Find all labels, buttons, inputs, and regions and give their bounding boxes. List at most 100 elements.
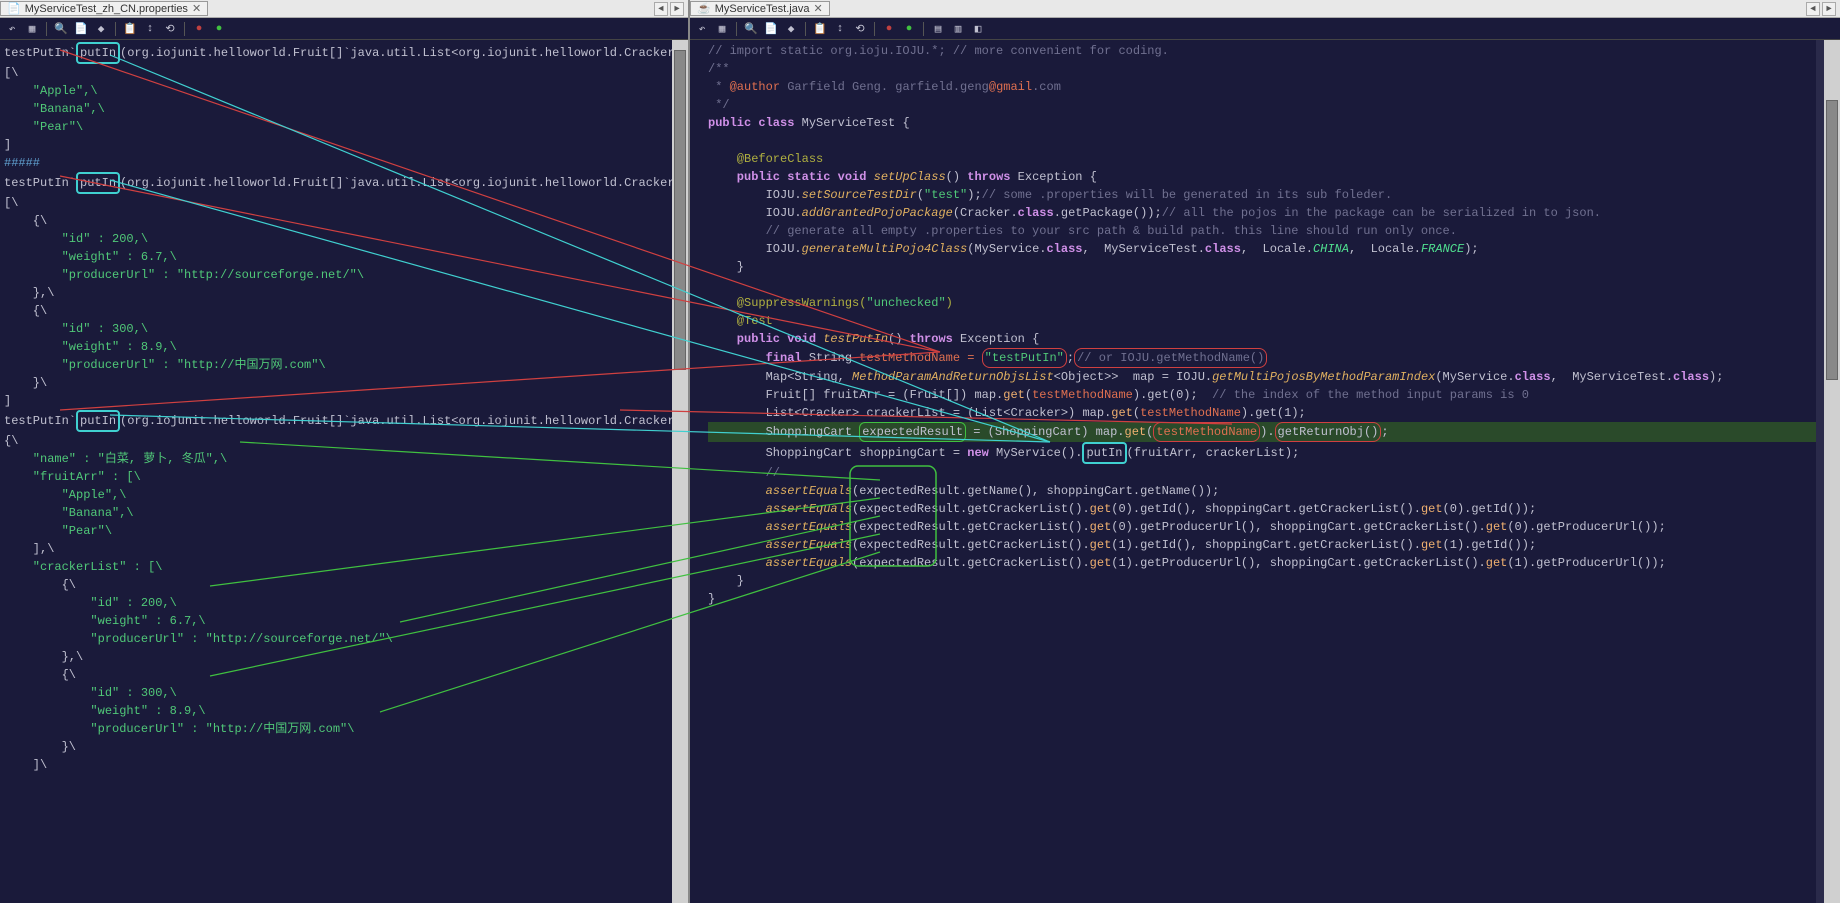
code-line: } <box>708 574 744 588</box>
tab-next-icon[interactable]: ► <box>670 2 684 16</box>
tool-doc-icon[interactable]: 📄 <box>73 21 89 37</box>
right-editor[interactable]: // import static org.ioju.IOJU.*; // mor… <box>690 40 1840 903</box>
code-line: // <box>708 466 780 480</box>
scrollbar-vertical[interactable] <box>672 40 688 903</box>
tool-grid-icon[interactable]: ▦ <box>24 21 40 37</box>
code-line: [\ <box>4 196 18 210</box>
code-line: "producerUrl" : "http://中国万网.com"\ <box>4 722 354 736</box>
right-editor-pane: ☕ MyServiceTest.java ✕ ◄ ► ↶ ▦ 🔍 📄 ◆ 📋 ↕… <box>690 0 1840 903</box>
tool-refresh-icon[interactable]: ⟲ <box>162 21 178 37</box>
tool-search-icon[interactable]: 🔍 <box>743 21 759 37</box>
tool-mark-icon[interactable]: ◆ <box>93 21 109 37</box>
code-line: public class MyServiceTest { <box>708 116 910 130</box>
separator <box>923 22 924 36</box>
code-line: [\ <box>4 66 18 80</box>
tool-record-icon[interactable]: ● <box>191 21 207 37</box>
code-line: public void testPutIn() throws Exception… <box>708 332 1039 346</box>
tool-clip-icon[interactable]: 📋 <box>122 21 138 37</box>
expected-result-box: expectedResult <box>859 422 966 442</box>
tool-run-icon[interactable]: ● <box>901 21 917 37</box>
putIn-box: putIn <box>76 42 120 64</box>
code-line: } <box>708 592 715 606</box>
tool-sort-icon[interactable]: ↕ <box>832 21 848 37</box>
code-line: "weight" : 8.9,\ <box>4 340 177 354</box>
code-line: @Test <box>708 314 773 328</box>
right-code[interactable]: // import static org.ioju.IOJU.*; // mor… <box>704 40 1840 610</box>
separator <box>874 22 875 36</box>
code-line: testPutIn`putIn(org.iojunit.helloworld.F… <box>4 414 688 428</box>
code-line: @BeforeClass <box>708 152 823 166</box>
tool-extra3-icon[interactable]: ◧ <box>970 21 986 37</box>
tool-mark-icon[interactable]: ◆ <box>783 21 799 37</box>
tab-prev-icon[interactable]: ◄ <box>1806 2 1820 16</box>
code-line: public static void setUpClass() throws E… <box>708 170 1097 184</box>
code-line: final String testMethodName = "testPutIn… <box>708 351 1267 365</box>
close-icon[interactable]: ✕ <box>192 2 201 15</box>
code-line: "id" : 200,\ <box>4 232 148 246</box>
highlighted-line: ShoppingCart expectedResult = (ShoppingC… <box>708 422 1836 442</box>
code-line: ],\ <box>4 542 54 556</box>
tab-next-icon[interactable]: ► <box>1822 2 1836 16</box>
code-line: "producerUrl" : "http://sourceforge.net/… <box>4 268 364 282</box>
code-line: assertEquals(expectedResult.getName(), s… <box>708 484 1219 498</box>
putIn-box: putIn <box>1082 442 1126 464</box>
code-line: "weight" : 6.7,\ <box>4 250 177 264</box>
tool-clip-icon[interactable]: 📋 <box>812 21 828 37</box>
code-line: "Apple",\ <box>4 488 126 502</box>
tab-properties-file[interactable]: 📄 MyServiceTest_zh_CN.properties ✕ <box>0 1 208 16</box>
code-line: }\ <box>4 376 47 390</box>
left-code[interactable]: testPutIn`putIn(org.iojunit.helloworld.F… <box>0 40 688 776</box>
putIn-box: putIn <box>76 172 120 194</box>
separator <box>184 22 185 36</box>
separator <box>805 22 806 36</box>
tool-record-icon[interactable]: ● <box>881 21 897 37</box>
code-line: assertEquals(expectedResult.getCrackerLi… <box>708 520 1666 534</box>
tool-doc-icon[interactable]: 📄 <box>763 21 779 37</box>
code-line: */ <box>708 98 730 112</box>
right-toolbar: ↶ ▦ 🔍 📄 ◆ 📋 ↕ ⟲ ● ● ▤ ▥ ◧ <box>690 18 1840 40</box>
tab-prev-icon[interactable]: ◄ <box>654 2 668 16</box>
gutter <box>690 40 704 610</box>
tool-extra1-icon[interactable]: ▤ <box>930 21 946 37</box>
code-line: "Banana",\ <box>4 102 105 116</box>
tool-grid-icon[interactable]: ▦ <box>714 21 730 37</box>
code-line: testPutIn`putIn(org.iojunit.helloworld.F… <box>4 46 688 60</box>
code-line: {\ <box>4 668 76 682</box>
getReturnObj-box: getReturnObj() <box>1275 422 1382 442</box>
code-line: {\ <box>4 578 76 592</box>
code-line: "fruitArr" : [\ <box>4 470 141 484</box>
tab-java-file[interactable]: ☕ MyServiceTest.java ✕ <box>690 1 830 16</box>
minimap[interactable] <box>1816 40 1824 903</box>
tool-refresh-icon[interactable]: ⟲ <box>852 21 868 37</box>
separator <box>736 22 737 36</box>
tool-undo-icon[interactable]: ↶ <box>694 21 710 37</box>
left-editor-pane: 📄 MyServiceTest_zh_CN.properties ✕ ◄ ► ↶… <box>0 0 690 903</box>
separator <box>46 22 47 36</box>
tool-undo-icon[interactable]: ↶ <box>4 21 20 37</box>
code-line: // generate all empty .properties to you… <box>708 224 1457 238</box>
scrollbar-thumb[interactable] <box>674 50 686 370</box>
testMethodName-box: testMethodName <box>1153 422 1260 442</box>
scrollbar-thumb[interactable] <box>1826 100 1838 380</box>
tool-extra2-icon[interactable]: ▥ <box>950 21 966 37</box>
code-line: },\ <box>4 286 54 300</box>
code-line: // import static org.ioju.IOJU.*; // mor… <box>708 44 1169 58</box>
java-file-icon: ☕ <box>697 2 711 15</box>
code-line: ShoppingCart shoppingCart = new MyServic… <box>708 446 1299 460</box>
tool-run-icon[interactable]: ● <box>211 21 227 37</box>
file-icon: 📄 <box>7 2 21 15</box>
tab-nav: ◄ ► <box>1806 2 1840 16</box>
tab-nav: ◄ ► <box>654 2 688 16</box>
right-tab-bar: ☕ MyServiceTest.java ✕ ◄ ► <box>690 0 1840 18</box>
scrollbar-vertical[interactable] <box>1824 40 1840 903</box>
code-line: /** <box>708 62 730 76</box>
comment-box: // or IOJU.getMethodName() <box>1074 348 1267 368</box>
code-line: "crackerList" : [\ <box>4 560 162 574</box>
close-icon[interactable]: ✕ <box>813 2 822 15</box>
left-toolbar: ↶ ▦ 🔍 📄 ◆ 📋 ↕ ⟲ ● ● <box>0 18 688 40</box>
tool-search-icon[interactable]: 🔍 <box>53 21 69 37</box>
left-editor[interactable]: testPutIn`putIn(org.iojunit.helloworld.F… <box>0 40 688 903</box>
code-line: ]\ <box>4 758 47 772</box>
code-line: testPutIn`putIn(org.iojunit.helloworld.F… <box>4 176 688 190</box>
tool-sort-icon[interactable]: ↕ <box>142 21 158 37</box>
